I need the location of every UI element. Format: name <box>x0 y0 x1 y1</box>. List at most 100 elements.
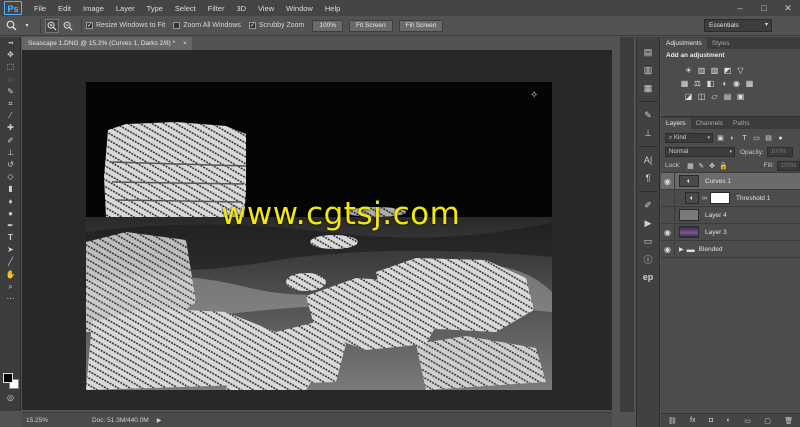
tool-presets-icon[interactable]: ✐ <box>637 196 659 214</box>
more-tools-icon[interactable]: ⋯ <box>0 293 21 305</box>
close-button[interactable]: ✕ <box>776 0 800 16</box>
channel-mixer-icon[interactable]: ◉ <box>731 78 742 88</box>
vibrance-icon[interactable]: ▽ <box>735 65 746 75</box>
new-layer-icon[interactable]: ▢ <box>764 417 771 425</box>
fill-field[interactable]: 100% <box>776 160 800 171</box>
menu-type[interactable]: Type <box>141 4 169 13</box>
add-mask-icon[interactable]: ◘ <box>709 417 713 424</box>
tab-styles[interactable]: Styles <box>707 38 735 49</box>
layer-row-curves-1[interactable]: ◉ ◐ Curves 1 <box>661 172 800 190</box>
shape-tool-icon[interactable]: ╱ <box>0 256 21 268</box>
color-swatches[interactable] <box>3 373 19 389</box>
visibility-eye-icon[interactable]: ◉ <box>661 223 675 241</box>
gradient-map-icon[interactable]: ▤ <box>722 91 733 101</box>
filter-type-icon[interactable]: T <box>740 134 749 143</box>
eraser-tool-icon[interactable]: ◇ <box>0 171 21 183</box>
lasso-tool-icon[interactable]: ◌ <box>0 74 21 86</box>
menu-help[interactable]: Help <box>319 4 346 13</box>
menu-view[interactable]: View <box>252 4 280 13</box>
paragraph-panel-icon[interactable]: ¶ <box>637 169 659 187</box>
tool-preset-chevron-icon[interactable]: ▾ <box>20 19 34 33</box>
fit-screen-button[interactable]: Fit Screen <box>348 19 393 32</box>
visibility-off-icon[interactable] <box>661 206 675 224</box>
type-tool-icon[interactable]: T <box>0 232 21 244</box>
timeline-icon[interactable]: ▶ <box>637 214 659 232</box>
menu-edit[interactable]: Edit <box>52 4 77 13</box>
canvas-area[interactable]: ✧ www.cgtsj.com <box>22 50 612 410</box>
quick-mask-icon[interactable]: ◎ <box>0 392 21 404</box>
curves-icon[interactable]: ▨ <box>709 65 720 75</box>
filter-shape-icon[interactable]: ▭ <box>752 134 761 143</box>
selective-color-icon[interactable]: ▣ <box>735 91 746 101</box>
zoom-out-icon[interactable] <box>61 19 75 33</box>
menu-file[interactable]: File <box>28 4 52 13</box>
lock-all-icon[interactable]: 🔒 <box>719 161 728 170</box>
tab-adjustments[interactable]: Adjustments <box>661 38 707 49</box>
dodge-tool-icon[interactable]: ● <box>0 208 21 220</box>
filter-toggle-icon[interactable]: ● <box>776 134 785 143</box>
pen-tool-icon[interactable]: ✒ <box>0 220 21 232</box>
menu-layer[interactable]: Layer <box>110 4 141 13</box>
document-canvas[interactable]: ✧ <box>86 82 552 390</box>
visibility-eye-icon[interactable]: ◉ <box>661 240 675 258</box>
hand-tool-icon[interactable]: ✋ <box>0 269 21 281</box>
swatches-panel-icon[interactable]: ▦ <box>637 79 659 97</box>
menu-image[interactable]: Image <box>77 4 110 13</box>
layer-style-fx-icon[interactable]: fx <box>690 417 695 424</box>
move-tool-icon[interactable]: ✥ <box>0 49 21 61</box>
history-panel-icon[interactable]: ▤ <box>637 43 659 61</box>
workspace-select[interactable]: Essentials ▾ <box>704 19 772 32</box>
threshold-icon[interactable]: ▱ <box>709 91 720 101</box>
zoom-tool-icon[interactable] <box>4 19 18 33</box>
new-group-icon[interactable]: ▭ <box>744 417 751 425</box>
foreground-color-swatch[interactable] <box>3 373 13 383</box>
minimize-button[interactable]: – <box>728 0 752 16</box>
chevron-right-icon[interactable]: ▶ <box>679 246 684 253</box>
hue-saturation-icon[interactable]: ▦ <box>679 78 690 88</box>
brightness-contrast-icon[interactable]: ☀ <box>683 65 694 75</box>
exposure-icon[interactable]: ◩ <box>722 65 733 75</box>
trash-icon[interactable]: 🗑 <box>784 417 793 425</box>
brush-tool-icon[interactable]: ✐ <box>0 135 21 147</box>
resize-windows-checkbox[interactable]: ✓ Resize Windows to Fit <box>86 22 165 29</box>
path-selection-tool-icon[interactable]: ➤ <box>0 244 21 256</box>
document-tab[interactable]: Seascape 1.DNG @ 15.2% (Curves 1, Darks … <box>22 37 192 50</box>
properties-panel-icon[interactable]: ▥ <box>637 61 659 79</box>
menu-3d[interactable]: 3D <box>230 4 252 13</box>
tab-channels[interactable]: Channels <box>691 118 728 129</box>
scrubby-zoom-checkbox[interactable]: ✓ Scrubby Zoom <box>248 22 304 29</box>
tab-layers[interactable]: Layers <box>661 118 691 129</box>
layer-row-layer-3[interactable]: ◉ Layer 3 <box>661 223 800 241</box>
fill-screen-button[interactable]: Fill Screen <box>398 19 444 32</box>
clone-stamp-tool-icon[interactable]: ⊥ <box>0 147 21 159</box>
history-brush-tool-icon[interactable]: ↺ <box>0 159 21 171</box>
photo-filter-icon[interactable]: ◑ <box>718 78 729 88</box>
kind-filter-select[interactable]: ⌕ Kind ▾ <box>665 133 713 143</box>
levels-icon[interactable]: ▥ <box>696 65 707 75</box>
filter-smart-object-icon[interactable]: ▤ <box>764 134 773 143</box>
clone-source-icon[interactable]: ⊥ <box>637 124 659 142</box>
opacity-field[interactable]: 100% <box>766 147 793 157</box>
blend-mode-select[interactable]: Normal ▾ <box>665 147 735 157</box>
filter-pixel-icon[interactable]: ▣ <box>716 134 725 143</box>
menu-select[interactable]: Select <box>169 4 202 13</box>
tab-paths[interactable]: Paths <box>728 118 755 129</box>
zoom-in-icon[interactable] <box>45 18 59 33</box>
info-panel-icon[interactable]: ⓘ <box>637 250 659 268</box>
lock-position-icon[interactable]: ✥ <box>708 161 716 170</box>
menu-filter[interactable]: Filter <box>202 4 231 13</box>
notes-icon[interactable]: ▭ <box>637 232 659 250</box>
lock-pixels-icon[interactable]: ✎ <box>697 161 705 170</box>
color-balance-icon[interactable]: ⚖ <box>692 78 703 88</box>
zoom-all-windows-checkbox[interactable]: Zoom All Windows <box>173 22 241 29</box>
eyedropper-tool-icon[interactable]: ⁄ <box>0 110 21 122</box>
zoom-readout[interactable]: 15.25% <box>22 417 52 424</box>
posterize-icon[interactable]: ◫ <box>696 91 707 101</box>
visibility-off-icon[interactable] <box>661 189 675 207</box>
invert-icon[interactable]: ◪ <box>683 91 694 101</box>
layer-row-layer-4[interactable]: Layer 4 <box>661 206 800 224</box>
status-menu-arrow-icon[interactable]: ▶ <box>157 417 162 424</box>
blur-tool-icon[interactable]: ♦ <box>0 195 21 207</box>
filter-adjustment-icon[interactable]: ◐ <box>728 134 737 143</box>
menu-window[interactable]: Window <box>280 4 319 13</box>
